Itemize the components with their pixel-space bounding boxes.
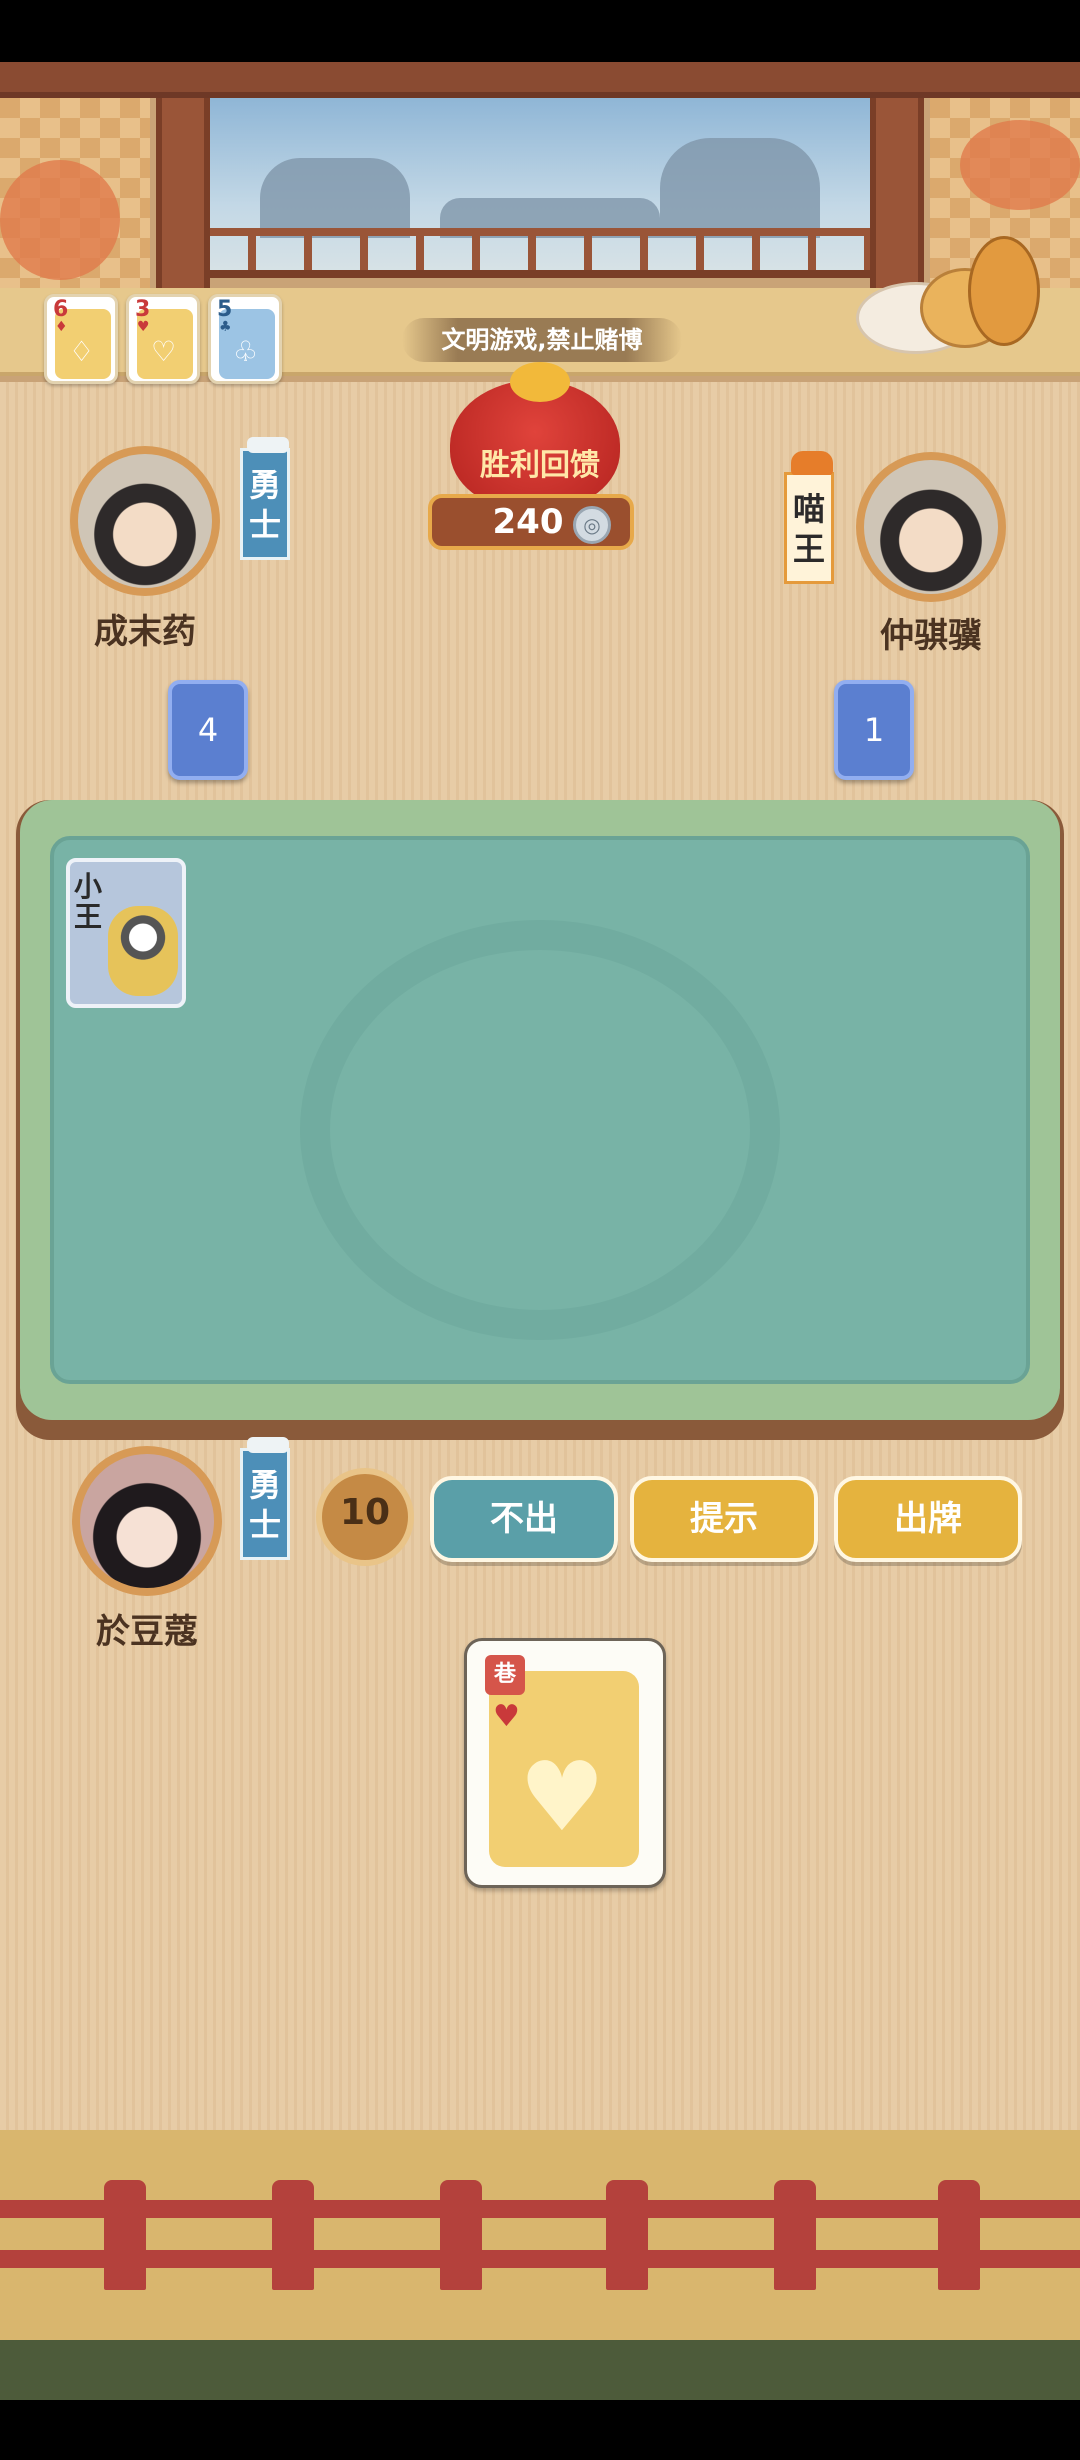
status-bar [0, 0, 1080, 62]
roof-beam [0, 62, 1080, 98]
victory-reward-label: 胜利回馈 [480, 448, 600, 483]
fence-post [104, 2180, 146, 2290]
garden-ground [0, 2340, 1080, 2400]
maple-leaves-left [0, 160, 120, 280]
heart-suit-icon: ♥ [493, 1699, 520, 1734]
heart-suit-icon: ♥ [137, 319, 150, 335]
fence-post [938, 2180, 980, 2290]
fence-post [272, 2180, 314, 2290]
navigation-bar [0, 2400, 1080, 2460]
crown-icon [791, 451, 833, 475]
hand-card[interactable]: 巷 ♥ ♥ [464, 1638, 666, 1888]
card-count-left: 4 [168, 680, 248, 780]
fence-post [440, 2180, 482, 2290]
avatar-portrait [864, 460, 998, 594]
avatar-left-opponent[interactable] [70, 446, 220, 596]
play-card-button[interactable]: 出牌 [834, 1476, 1022, 1562]
fence-post [606, 2180, 648, 2290]
silver-coin-icon: ◎ [573, 506, 611, 544]
tiger-mascot-icon [108, 906, 178, 996]
rank-label: 勇士 [248, 466, 281, 544]
pass-button[interactable]: 不出 [430, 1476, 618, 1562]
wooden-pillar [870, 98, 924, 288]
club-suit-icon: ♣ [219, 319, 232, 335]
recent-card: 6 ♦ ♢ [44, 294, 118, 384]
prize-amount: 240 [492, 502, 564, 542]
hint-button[interactable]: 提示 [630, 1476, 818, 1562]
pagoda-silhouette [260, 158, 410, 238]
recent-card: 3 ♥ ♡ [126, 294, 200, 384]
player-name-right: 仲骐骥 [880, 616, 982, 656]
turn-timer: 10 [339, 1492, 391, 1533]
played-card-joker: 小王 [66, 858, 186, 1008]
fence-rail [0, 2200, 1080, 2218]
clip-icon [247, 437, 289, 453]
fence-rail [0, 2250, 1080, 2268]
rank-tag-right: 喵王 [784, 451, 834, 584]
pagoda-silhouette [660, 138, 820, 238]
maple-leaves-right [960, 120, 1080, 210]
gold-ingot-icon [510, 362, 570, 402]
recent-card: 5 ♣ ♧ [208, 294, 282, 384]
rank-label: 勇士 [248, 1466, 281, 1544]
wooden-pillar [156, 98, 210, 288]
club-emblem-icon: ♧ [233, 335, 259, 368]
tiger-cat-icon [968, 236, 1040, 346]
balcony-railing [200, 228, 880, 278]
joker-label: 小王 [74, 870, 103, 933]
rank-label: 喵王 [792, 490, 825, 568]
heart-emblem-icon: ♥ [519, 1741, 606, 1853]
rank-tag-self: 勇士 [240, 1437, 290, 1560]
heart-emblem-icon: ♡ [151, 335, 177, 368]
card-count-right: 1 [834, 680, 914, 780]
avatar-right-opponent[interactable] [856, 452, 1006, 602]
avatar-portrait [78, 454, 212, 588]
player-name-left: 成末药 [94, 612, 196, 652]
player-name-self: 於豆蔻 [96, 1612, 198, 1652]
avatar-portrait [80, 1454, 214, 1588]
flower-emblem-icon [300, 920, 780, 1340]
fair-play-notice: 文明游戏,禁止赌博 [402, 318, 682, 362]
diamond-emblem-icon: ♢ [69, 335, 95, 368]
clip-icon [247, 1437, 289, 1453]
card-rank: 巷 [485, 1655, 525, 1695]
game-stage: 文明游戏,禁止赌博 6 ♦ ♢ 3 ♥ ♡ 5 ♣ ♧ 胜利回馈 240 ◎ 成… [0, 0, 1080, 2460]
rank-tag-left: 勇士 [240, 437, 290, 560]
diamond-suit-icon: ♦ [55, 319, 68, 335]
fence-post [774, 2180, 816, 2290]
avatar-self[interactable] [72, 1446, 222, 1596]
